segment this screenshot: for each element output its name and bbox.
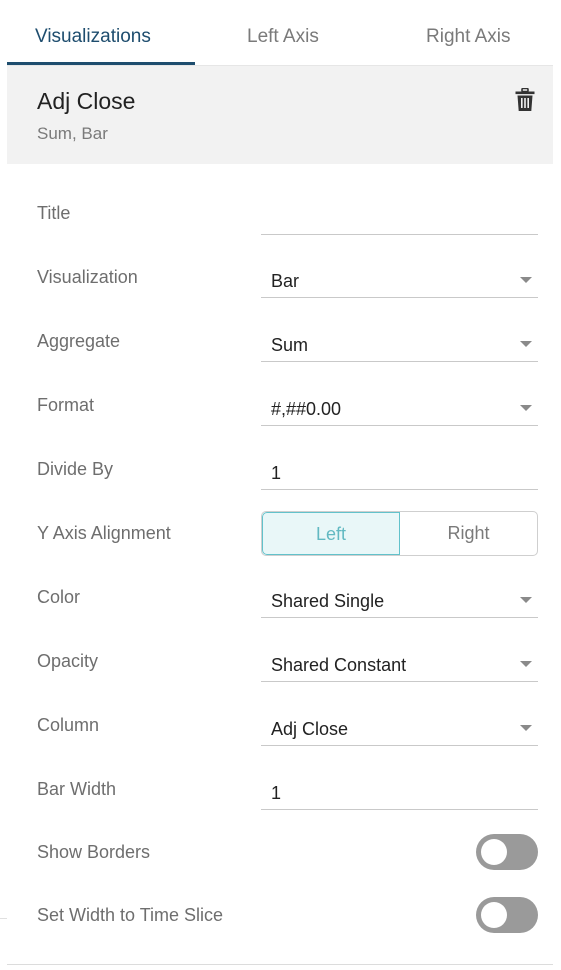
show-borders-label: Show Borders	[37, 842, 151, 862]
series-header: Adj Close Sum, Bar	[7, 66, 553, 164]
show-borders-toggle[interactable]	[476, 834, 538, 870]
color-label: Color	[37, 587, 81, 607]
bar-width-input[interactable]: 1	[261, 772, 538, 810]
format-value: #,##0.00	[271, 399, 342, 419]
align-right-button[interactable]: Right	[400, 512, 537, 555]
opacity-select[interactable]: Shared Constant	[261, 644, 538, 682]
aggregate-select[interactable]: Sum	[261, 324, 538, 362]
bar-width-label: Bar Width	[37, 779, 117, 799]
chevron-down-icon	[520, 661, 532, 667]
chevron-down-icon	[520, 277, 532, 283]
set-width-to-time-slice-toggle[interactable]	[476, 897, 538, 933]
title-input[interactable]	[261, 197, 538, 235]
opacity-value: Shared Constant	[271, 655, 407, 675]
chevron-down-icon	[520, 405, 532, 411]
chevron-down-icon	[520, 725, 532, 731]
column-select[interactable]: Adj Close	[261, 708, 538, 746]
series-title: Adj Close	[37, 88, 136, 114]
color-select[interactable]: Shared Single	[261, 580, 538, 618]
visualization-settings-panel: Visualizations Left Axis Right Axis Adj …	[7, 0, 553, 970]
toggle-knob	[481, 839, 507, 865]
edge-divider	[0, 918, 7, 919]
y-axis-alignment-toggle: Left Right	[261, 511, 538, 556]
format-select[interactable]: #,##0.00	[261, 388, 538, 426]
trash-icon[interactable]	[515, 88, 535, 112]
aggregate-value: Sum	[271, 335, 309, 355]
bar-width-value: 1	[271, 783, 282, 803]
visualization-label: Visualization	[37, 267, 138, 287]
chevron-down-icon	[520, 341, 532, 347]
align-left-label: Left	[315, 524, 347, 544]
aggregate-label: Aggregate	[37, 331, 121, 351]
column-label: Column	[37, 715, 100, 735]
panel-bottom-divider	[7, 964, 553, 965]
tab-left-axis[interactable]: Left Axis	[247, 26, 319, 48]
align-left-button[interactable]: Left	[262, 512, 400, 555]
divide-by-input[interactable]: 1	[261, 452, 538, 490]
active-tab-indicator	[7, 62, 195, 65]
color-value: Shared Single	[271, 591, 385, 611]
chevron-down-icon	[520, 597, 532, 603]
visualization-select[interactable]: Bar	[261, 260, 538, 298]
column-value: Adj Close	[271, 719, 349, 739]
divide-by-label: Divide By	[37, 459, 114, 479]
series-summary: Sum, Bar	[37, 124, 108, 143]
format-label: Format	[37, 395, 95, 415]
toggle-knob	[481, 902, 507, 928]
title-label: Title	[37, 203, 71, 223]
y-axis-alignment-label: Y Axis Alignment	[37, 523, 171, 543]
set-width-to-time-slice-label: Set Width to Time Slice	[37, 905, 224, 925]
tab-right-axis[interactable]: Right Axis	[426, 26, 510, 48]
divide-by-value: 1	[271, 463, 282, 483]
tab-visualizations[interactable]: Visualizations	[35, 26, 151, 48]
align-right-label: Right	[447, 523, 490, 543]
visualization-value: Bar	[271, 271, 300, 291]
opacity-label: Opacity	[37, 651, 99, 671]
tab-bar: Visualizations Left Axis Right Axis	[7, 0, 553, 66]
